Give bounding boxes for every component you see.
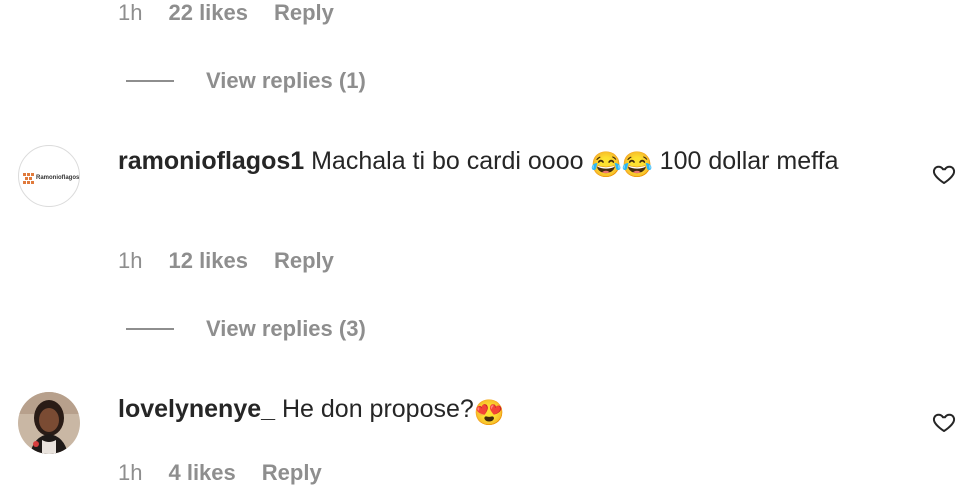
comment-meta-row: 1h 12 likes Reply <box>118 248 334 274</box>
view-replies-button[interactable]: View replies (3) <box>126 316 366 342</box>
view-replies-label: View replies (1) <box>206 68 366 93</box>
comment-meta-row: 1h 22 likes Reply <box>118 0 334 26</box>
avatar-ramonioflagos1[interactable]: Ramonioflagos <box>18 145 80 207</box>
divider-line <box>126 328 174 330</box>
comment-likes-link[interactable]: 12 likes <box>168 248 248 274</box>
heart-outline-icon[interactable] <box>932 410 956 434</box>
comment-time: 1h <box>118 248 143 273</box>
reply-button[interactable]: Reply <box>262 460 322 486</box>
avatar-lovelynenye[interactable] <box>18 392 80 454</box>
comment-username[interactable]: lovelynenye_ <box>118 395 275 423</box>
comment-body-continued: 100 dollar meffa <box>659 147 839 175</box>
comment-text: ramonioflagos1 Machala ti bo cardi oooo … <box>118 143 878 184</box>
reply-button[interactable]: Reply <box>274 0 334 26</box>
comment-body: Machala ti bo cardi oooo <box>311 147 584 175</box>
comment-time: 1h <box>118 460 143 485</box>
ramonioflagos-logo: Ramonioflagos <box>23 173 80 184</box>
divider-line <box>126 80 174 82</box>
reply-button[interactable]: Reply <box>274 248 334 274</box>
heart-eyes-emoji: 😍 <box>473 399 505 427</box>
profile-photo <box>18 392 80 454</box>
comment-time: 1h <box>118 0 143 25</box>
laughing-crying-emoji: 😂😂 <box>590 151 653 179</box>
heart-outline-icon[interactable] <box>932 162 956 186</box>
view-replies-label: View replies (3) <box>206 316 366 341</box>
svg-text:Ramonioflagos: Ramonioflagos <box>36 175 80 181</box>
comment-meta-row: 1h 4 likes Reply <box>118 460 322 486</box>
comment-username[interactable]: ramonioflagos1 <box>118 147 304 175</box>
comment-likes-link[interactable]: 22 likes <box>168 0 248 26</box>
view-replies-button[interactable]: View replies (1) <box>126 68 366 94</box>
comment-text: lovelynenye_ He don propose?😍 <box>118 391 878 432</box>
comment-likes-link[interactable]: 4 likes <box>168 460 235 486</box>
comment-body: He don propose? <box>281 395 474 423</box>
